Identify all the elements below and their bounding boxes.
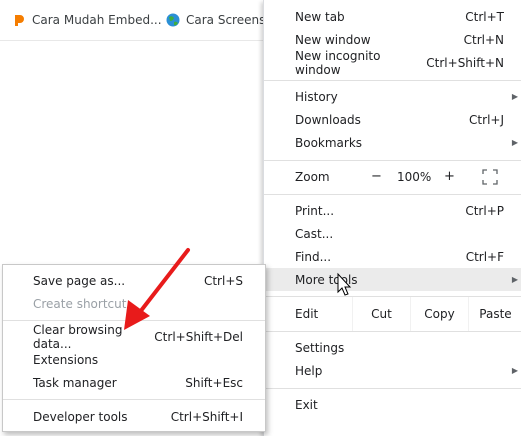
menu-separator	[3, 320, 265, 321]
menu-item-label: New incognito window	[295, 48, 381, 77]
menu-item-label: Settings	[295, 340, 345, 355]
menu-item-shortcut: Ctrl+Shift+I	[170, 409, 243, 424]
submenu-item-save-page[interactable]: Save page as... Ctrl+S	[3, 269, 265, 292]
fullscreen-icon[interactable]	[482, 169, 498, 185]
submenu-item-developer-tools[interactable]: Developer tools Ctrl+Shift+I	[3, 405, 265, 428]
menu-separator	[264, 331, 521, 332]
menu-item-label: Print...	[295, 203, 335, 218]
paste-label: Paste	[479, 307, 512, 321]
chevron-right-icon: ▶	[511, 138, 518, 147]
menu-item-cast[interactable]: Cast...	[264, 222, 521, 245]
menu-item-new-tab[interactable]: New tab Ctrl+T	[264, 5, 521, 28]
menu-item-settings[interactable]: Settings	[264, 336, 521, 359]
menu-item-label: Downloads	[295, 112, 361, 127]
menu-item-exit[interactable]: Exit	[264, 393, 521, 416]
more-tools-submenu: Save page as... Ctrl+S Create shortcut..…	[2, 264, 266, 432]
chevron-right-icon: ▶	[511, 275, 518, 284]
zoom-out-button[interactable]: −	[371, 169, 382, 184]
submenu-item-extensions[interactable]: Extensions	[3, 348, 265, 371]
copy-label: Copy	[424, 307, 455, 321]
menu-item-label: Help	[295, 363, 323, 378]
menu-item-label: Save page as...	[33, 273, 126, 288]
menu-item-label: More tools	[295, 272, 358, 287]
menu-item-new-incognito-window[interactable]: New incognito window Ctrl+Shift+N	[264, 48, 521, 77]
menu-item-print[interactable]: Print... Ctrl+P	[264, 199, 521, 222]
menu-item-label: Exit	[295, 397, 318, 412]
menu-item-label: Extensions	[33, 352, 99, 367]
submenu-item-create-shortcut: Create shortcut...	[3, 292, 265, 315]
menu-item-shortcut: Ctrl+F	[465, 249, 504, 264]
zoom-label: Zoom	[295, 170, 330, 184]
chevron-right-icon: ▶	[511, 92, 518, 101]
submenu-item-clear-browsing-data[interactable]: Clear browsing data... Ctrl+Shift+Del	[3, 322, 265, 351]
edit-row: Edit Cut Copy Paste	[264, 297, 521, 331]
blogger-icon	[12, 13, 26, 27]
chevron-right-icon: ▶	[511, 366, 518, 375]
cut-button[interactable]: Cut	[353, 297, 410, 331]
bookmark-label: Cara Mudah Embed...	[32, 13, 162, 27]
menu-item-shortcut: Shift+Esc	[185, 375, 243, 390]
menu-item-downloads[interactable]: Downloads Ctrl+J	[264, 108, 521, 131]
menu-item-shortcut: Ctrl+Shift+N	[426, 55, 504, 70]
menu-item-label: Cast...	[295, 226, 334, 241]
zoom-level: 100%	[397, 170, 432, 184]
menu-item-label: Developer tools	[33, 409, 128, 424]
menu-item-label: New tab	[295, 9, 345, 24]
globe-icon	[166, 13, 180, 27]
bookmark-item-1[interactable]: Cara Mudah Embed...	[12, 0, 162, 40]
menu-item-label: Create shortcut...	[33, 296, 138, 311]
menu-item-history[interactable]: History ▶	[264, 85, 521, 108]
menu-item-help[interactable]: Help ▶	[264, 359, 521, 382]
zoom-row: Zoom − 100% +	[264, 165, 521, 189]
menu-item-label: Bookmarks	[295, 135, 363, 150]
cut-label: Cut	[371, 307, 392, 321]
menu-separator	[264, 194, 521, 195]
menu-item-shortcut: Ctrl+J	[469, 112, 504, 127]
menu-item-shortcut: Ctrl+S	[203, 273, 243, 288]
menu-item-label: Find...	[295, 249, 332, 264]
edit-label: Edit	[295, 307, 319, 321]
menu-separator	[264, 80, 521, 81]
menu-separator	[264, 388, 521, 389]
menu-separator	[264, 160, 521, 161]
menu-separator	[3, 399, 265, 400]
browser-main-menu: New tab Ctrl+T New window Ctrl+N New inc…	[263, 0, 521, 436]
menu-item-label: History	[295, 89, 338, 104]
menu-item-bookmarks[interactable]: Bookmarks ▶	[264, 131, 521, 154]
menu-item-label: Clear browsing data...	[33, 322, 123, 351]
submenu-item-task-manager[interactable]: Task manager Shift+Esc	[3, 371, 265, 394]
zoom-in-button[interactable]: +	[444, 169, 455, 184]
bookmark-item-2[interactable]: Cara Screensh	[166, 0, 273, 40]
menu-item-shortcut: Ctrl+Shift+Del	[154, 329, 243, 344]
menu-item-more-tools[interactable]: More tools ▶	[264, 268, 521, 291]
menu-item-shortcut: Ctrl+P	[465, 203, 504, 218]
menu-item-label: Task manager	[33, 375, 117, 390]
menu-item-label: New window	[295, 32, 371, 47]
bookmark-label: Cara Screensh	[186, 13, 273, 27]
menu-item-shortcut: Ctrl+N	[463, 32, 504, 47]
paste-button[interactable]: Paste	[469, 297, 521, 331]
copy-button[interactable]: Copy	[411, 297, 468, 331]
menu-item-shortcut: Ctrl+T	[465, 9, 504, 24]
menu-item-find[interactable]: Find... Ctrl+F	[264, 245, 521, 268]
